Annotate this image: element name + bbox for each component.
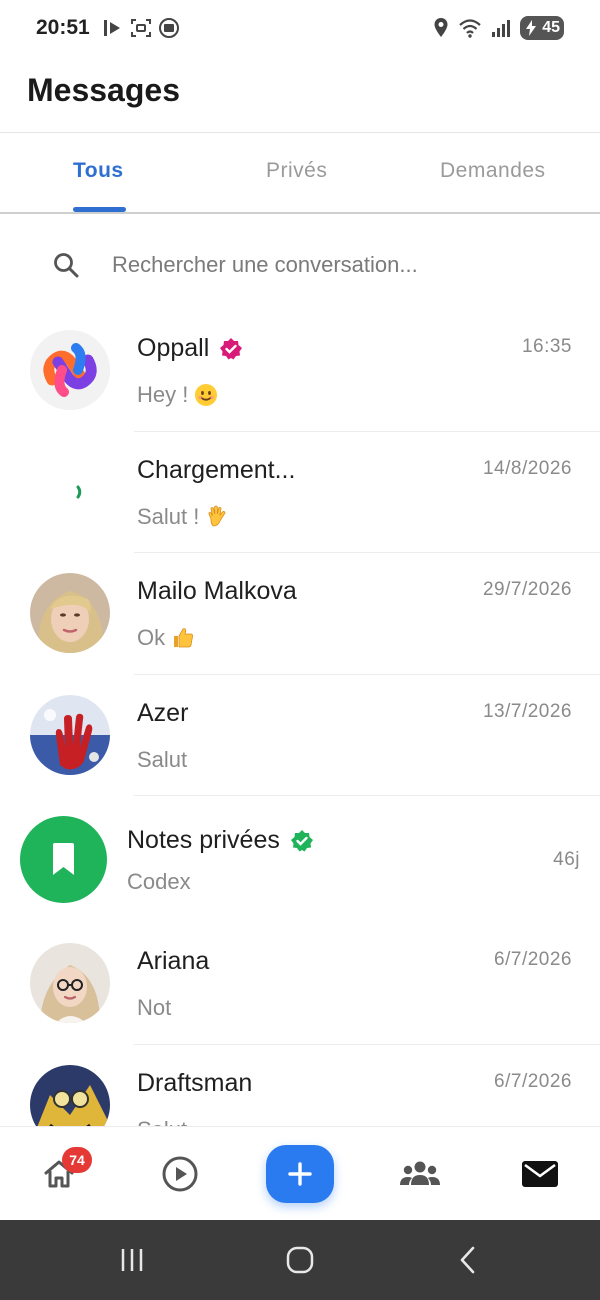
search-bar[interactable] bbox=[30, 237, 570, 293]
media-icon bbox=[104, 20, 120, 36]
smiling-face-emoji bbox=[195, 384, 218, 406]
location-icon bbox=[434, 18, 448, 37]
battery-charging-icon: 45 bbox=[520, 16, 564, 40]
conversation-item[interactable]: Draftsman Salut 6/7/2026 bbox=[0, 1045, 600, 1127]
avatar bbox=[30, 943, 110, 1023]
conversation-name: Chargement... bbox=[137, 455, 296, 484]
conversation-preview: Salut bbox=[137, 1117, 187, 1127]
search-icon bbox=[54, 253, 79, 278]
nav-messages[interactable] bbox=[515, 1149, 565, 1199]
conversation-time: 6/7/2026 bbox=[494, 1070, 572, 1092]
conversation-preview: Salut bbox=[137, 746, 188, 772]
conversation-name: Notes privées bbox=[127, 826, 314, 855]
play-icon bbox=[162, 1156, 198, 1192]
avatar bbox=[30, 330, 110, 410]
conversation-time: 6/7/2026 bbox=[494, 949, 572, 970]
tab-demandes[interactable]: Demandes bbox=[440, 159, 546, 183]
add-icon bbox=[288, 1162, 312, 1186]
cast-icon bbox=[159, 18, 179, 38]
nav-videos[interactable] bbox=[155, 1149, 205, 1199]
conversation-preview: Salut ! bbox=[137, 504, 229, 530]
conversation-item[interactable]: Mailo Malkova Ok 29/7/2026 bbox=[0, 553, 600, 675]
conversation-preview: Ok bbox=[137, 625, 195, 651]
conversation-item[interactable]: Chargement... Salut ! 14/8/2026 bbox=[0, 432, 600, 553]
conversation-name: Draftsman bbox=[137, 1068, 253, 1097]
conversation-time: 13/7/2026 bbox=[482, 700, 572, 722]
avatar bbox=[30, 573, 110, 653]
mail-icon bbox=[522, 1161, 558, 1187]
avatar-loading bbox=[30, 451, 110, 532]
conversation-time: 14/8/2026 bbox=[482, 457, 572, 479]
conversation-preview: Not bbox=[137, 995, 172, 1020]
tabs-divider bbox=[0, 212, 600, 214]
verified-badge-icon bbox=[220, 337, 243, 359]
loading-spinner-icon bbox=[76, 485, 82, 498]
avatar bbox=[30, 1064, 110, 1126]
back-button[interactable] bbox=[448, 1240, 488, 1280]
bottom-navigation: 74 bbox=[0, 1126, 600, 1220]
conversation-name: Oppall bbox=[137, 334, 243, 363]
battery-level: 45 bbox=[542, 19, 560, 36]
back-icon bbox=[460, 1246, 475, 1274]
signal-icon bbox=[492, 20, 510, 37]
waving-hand-emoji bbox=[208, 505, 226, 526]
status-time: 20:51 bbox=[36, 16, 90, 39]
verified-badge-icon bbox=[290, 829, 313, 851]
conversation-preview: Codex bbox=[127, 869, 191, 894]
conversation-item[interactable]: Oppall Hey ! 16:35 bbox=[0, 310, 600, 432]
conversation-name: Azer bbox=[137, 698, 189, 727]
thumbs-up-emoji bbox=[174, 628, 194, 648]
conversation-time: 29/7/2026 bbox=[482, 579, 572, 600]
nav-community[interactable] bbox=[395, 1149, 445, 1199]
community-icon bbox=[400, 1161, 440, 1185]
search-input[interactable] bbox=[112, 252, 552, 278]
conversation-item-private-notes[interactable]: Notes privées Codex 46j bbox=[0, 796, 600, 923]
wifi-icon bbox=[459, 19, 481, 38]
page-title: Messages bbox=[27, 72, 180, 108]
conversation-name: Ariana bbox=[137, 947, 210, 975]
bookmark-avatar bbox=[20, 816, 107, 903]
status-bar: 20:51 45 bbox=[0, 0, 600, 58]
status-right-icons: 45 bbox=[433, 16, 564, 40]
conversation-item[interactable]: Ariana Not 6/7/2026 bbox=[0, 923, 600, 1045]
system-navigation-bar bbox=[0, 1220, 600, 1300]
tab-bar: Tous Privés Demandes bbox=[0, 133, 600, 214]
add-button[interactable] bbox=[266, 1145, 334, 1203]
avatar bbox=[30, 694, 110, 775]
bookmark-icon bbox=[53, 843, 74, 875]
conversation-time: 16:35 bbox=[521, 336, 572, 357]
notification-badge: 74 bbox=[62, 1147, 92, 1173]
tab-tous[interactable]: Tous bbox=[73, 159, 124, 183]
conversation-preview: Hey ! bbox=[137, 382, 218, 408]
screenshot-icon bbox=[131, 19, 151, 37]
tab-prives[interactable]: Privés bbox=[266, 159, 327, 183]
home-system-button[interactable] bbox=[280, 1240, 320, 1280]
conversation-list: Oppall Hey ! 16:35 Chargement... Salut !… bbox=[0, 310, 600, 1126]
conversation-time: 46j bbox=[553, 849, 580, 870]
conversation-item[interactable]: Azer Salut 13/7/2026 bbox=[0, 675, 600, 796]
recent-apps-button[interactable] bbox=[112, 1240, 152, 1280]
conversation-name: Mailo Malkova bbox=[137, 577, 297, 605]
home-square-icon bbox=[286, 1246, 314, 1274]
status-left-icons bbox=[102, 17, 180, 39]
recent-apps-icon bbox=[121, 1249, 143, 1271]
